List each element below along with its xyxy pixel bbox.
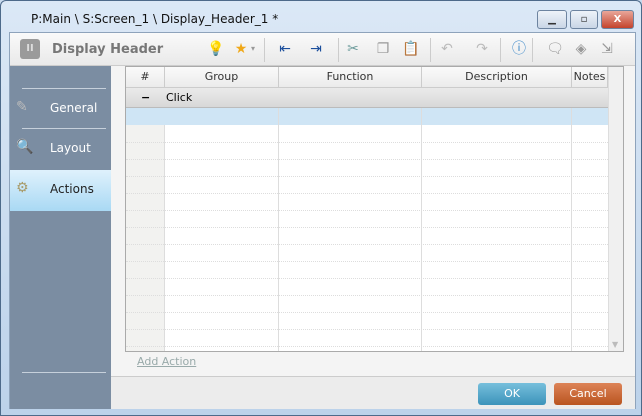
ok-button[interactable]: OK — [478, 383, 546, 405]
minimize-button[interactable]: ▁ — [537, 10, 567, 29]
table-row[interactable] — [126, 261, 608, 262]
dialog-footer: OK Cancel — [111, 376, 635, 409]
grid-column — [422, 108, 572, 352]
table-row[interactable] — [126, 329, 608, 330]
grid-column — [279, 108, 422, 352]
column-header-group[interactable]: Group — [165, 67, 279, 88]
close-button[interactable]: X — [601, 10, 634, 29]
scroll-down-icon[interactable]: ▼ — [612, 340, 618, 349]
separator — [264, 38, 265, 62]
table-row[interactable] — [126, 295, 608, 296]
table-row[interactable] — [126, 244, 608, 245]
exit-icon[interactable]: ⇲ — [598, 40, 616, 58]
diamond-icon[interactable]: ◈ — [572, 40, 590, 58]
table-row[interactable] — [126, 193, 608, 194]
table-row[interactable] — [126, 346, 608, 347]
dialog-client: II Display Header 💡 ★ ▾ ⇤ ⇥ ✂ ❐ 📋 ↶ ↷ ⓘ … — [9, 32, 636, 409]
edit-icon: ✎ — [16, 99, 28, 115]
separator — [338, 38, 339, 62]
cut-icon[interactable]: ✂ — [344, 40, 362, 58]
undo-icon[interactable]: ↶ — [438, 40, 456, 58]
sidebar-item-label: Layout — [50, 141, 91, 155]
toolbar-title: Display Header — [52, 42, 163, 57]
indent-icon[interactable]: ⇥ — [307, 40, 325, 58]
table-row[interactable] — [126, 312, 608, 313]
sidebar-item-actions[interactable]: ⚙ Actions — [10, 170, 111, 211]
column-header-description[interactable]: Description — [422, 67, 572, 88]
column-header-notes[interactable]: Notes — [572, 67, 608, 88]
table-row[interactable] — [126, 176, 608, 177]
table-row[interactable] — [126, 278, 608, 279]
column-header-function[interactable]: Function — [279, 67, 422, 88]
outdent-icon[interactable]: ⇤ — [276, 40, 294, 58]
pause-icon[interactable]: II — [20, 39, 40, 59]
window-title: P:Main \ S:Screen_1 \ Display_Header_1 * — [31, 12, 278, 26]
table-row[interactable] — [126, 159, 608, 160]
sidebar-item-label: Actions — [50, 182, 94, 196]
column-header-number[interactable]: # — [126, 67, 165, 88]
dialog-window: P:Main \ S:Screen_1 \ Display_Header_1 *… — [0, 0, 642, 416]
table-row[interactable] — [126, 227, 608, 228]
collapse-toggle[interactable]: − — [141, 91, 150, 104]
paste-icon[interactable]: 📋 — [402, 40, 420, 58]
magnifier-icon: 🔍 — [16, 139, 33, 155]
table-row[interactable] — [126, 210, 608, 211]
sidebar: ✎ General 🔍 Layout ⚙ Actions — [10, 66, 111, 409]
separator — [532, 38, 533, 62]
copy-icon[interactable]: ❐ — [374, 40, 392, 58]
lightbulb-icon[interactable]: 💡 — [207, 40, 225, 58]
vertical-scrollbar[interactable]: ▼ — [608, 67, 624, 352]
toolbar: II Display Header 💡 ★ ▾ ⇤ ⇥ ✂ ❐ 📋 ↶ ↷ ⓘ … — [10, 33, 635, 66]
divider — [22, 372, 106, 373]
gears-icon: ⚙ — [16, 180, 29, 196]
sidebar-item-layout[interactable]: 🔍 Layout — [10, 129, 111, 169]
actions-grid: # Group Function Description Notes − Cli… — [125, 66, 624, 352]
chevron-down-icon[interactable]: ▾ — [248, 40, 258, 58]
group-row-click[interactable]: − Click — [126, 88, 608, 108]
info-icon[interactable]: ⓘ — [510, 40, 528, 58]
add-action-link[interactable]: Add Action — [137, 355, 196, 368]
sidebar-item-general[interactable]: ✎ General — [10, 89, 111, 129]
redo-icon[interactable]: ↷ — [473, 40, 491, 58]
separator — [430, 38, 431, 62]
group-label: Click — [166, 91, 192, 104]
table-row[interactable] — [126, 142, 608, 143]
cancel-button[interactable]: Cancel — [554, 383, 622, 405]
separator — [500, 38, 501, 62]
grid-column — [165, 108, 279, 352]
comment-icon[interactable]: 🗨 — [546, 40, 564, 58]
maximize-button[interactable]: ▫ — [570, 10, 598, 29]
sidebar-item-label: General — [50, 101, 97, 115]
